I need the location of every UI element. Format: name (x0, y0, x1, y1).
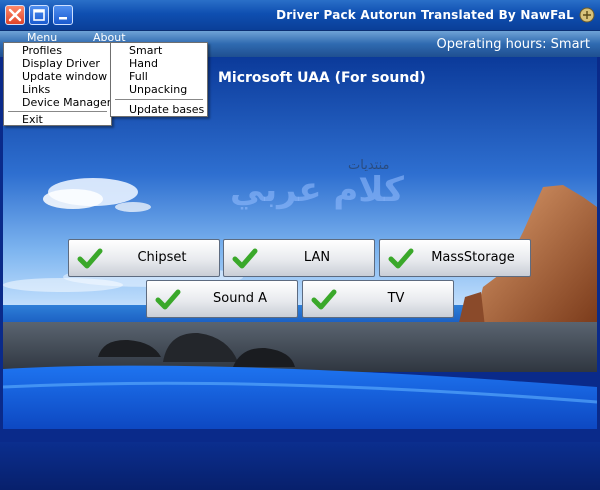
menu-separator (8, 111, 107, 112)
driver-label: Chipset (137, 250, 187, 265)
detected-device-title: Microsoft UAA (For sound) (218, 70, 426, 86)
menu-item-profiles[interactable]: Profiles (22, 44, 62, 57)
minimize-icon (59, 17, 67, 20)
menu-item-display-driver[interactable]: Display Driver (22, 57, 100, 70)
watermark-text: كلام عربي (230, 170, 404, 210)
bottom-panel (0, 442, 600, 490)
driver-button-lan[interactable]: LAN (223, 239, 375, 277)
menu-item-update-window[interactable]: Update window (22, 70, 107, 83)
menu-dropdown: Profiles Display Driver Update window Li… (3, 42, 112, 126)
maximize-icon (33, 9, 45, 21)
driver-button-tv[interactable]: TV (302, 280, 454, 318)
submenu-item-hand[interactable]: Hand (129, 57, 158, 70)
maximize-button[interactable] (29, 5, 49, 25)
check-icon (232, 248, 258, 269)
driver-label: Sound A (213, 291, 267, 306)
submenu-item-update-bases[interactable]: Update bases (129, 103, 204, 116)
submenu-separator (115, 99, 203, 100)
title-bar: Driver Pack Autorun Translated By NawFaL (0, 0, 600, 31)
close-icon (8, 8, 22, 22)
submenu-item-unpacking[interactable]: Unpacking (129, 83, 187, 96)
check-icon (155, 289, 181, 310)
menu-item-links[interactable]: Links (22, 83, 50, 96)
submenu-item-smart[interactable]: Smart (129, 44, 162, 57)
driver-button-sound-a[interactable]: Sound A (146, 280, 298, 318)
submenu-item-full[interactable]: Full (129, 70, 148, 83)
close-button[interactable] (5, 5, 25, 25)
minimize-button[interactable] (53, 5, 73, 25)
operating-hours-status: Operating hours: Smart (436, 37, 590, 52)
menu-item-device-manager[interactable]: Device Manager (22, 96, 111, 109)
app-icon (579, 7, 595, 23)
menu-item-exit[interactable]: Exit (22, 113, 43, 126)
check-icon (77, 248, 103, 269)
driver-button-chipset[interactable]: Chipset (68, 239, 220, 277)
check-icon (311, 289, 337, 310)
driver-label: TV (387, 291, 405, 306)
driver-label: LAN (303, 250, 331, 265)
profiles-submenu: Smart Hand Full Unpacking Update bases (110, 42, 208, 117)
window-title: Driver Pack Autorun Translated By NawFaL (276, 8, 574, 22)
check-icon (388, 248, 414, 269)
driver-button-massstorage[interactable]: MassStorage (379, 239, 531, 277)
driver-label: MassStorage (431, 250, 515, 265)
